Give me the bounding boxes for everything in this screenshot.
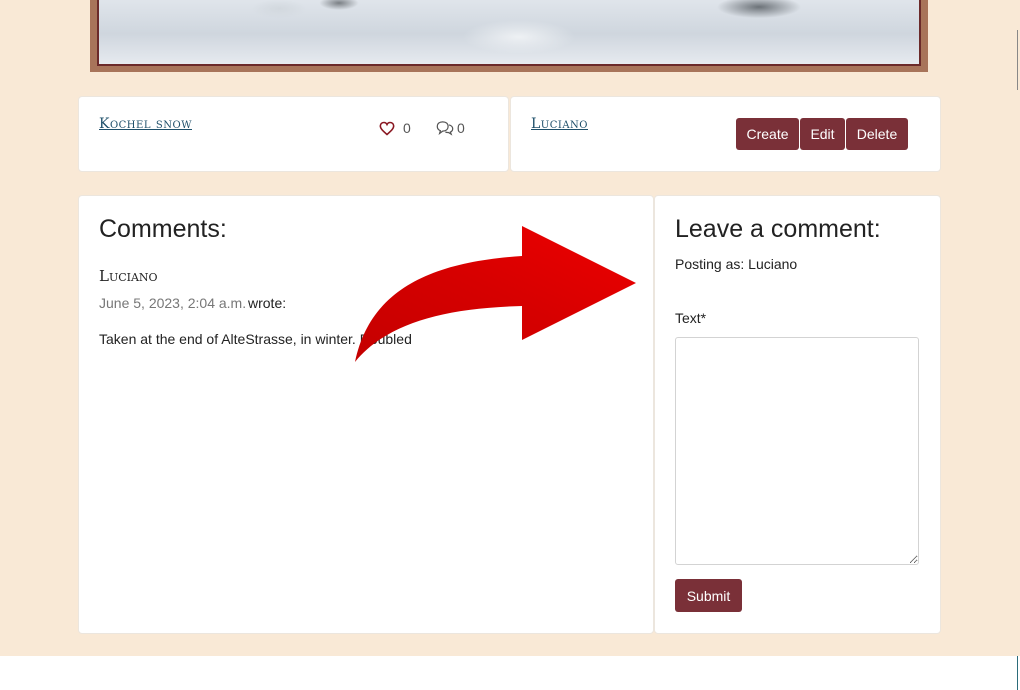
heart-icon — [379, 121, 395, 136]
scrollbar-edge — [1017, 30, 1018, 690]
comments-card — [78, 195, 654, 634]
post-image — [97, 0, 921, 66]
comment-body: Taken at the end of AlteStrasse, in wint… — [99, 331, 412, 347]
likes-count: 0 — [403, 120, 411, 136]
delete-button[interactable]: Delete — [846, 118, 908, 150]
page-footer — [0, 656, 1020, 690]
comments-icon — [436, 121, 454, 136]
edit-button[interactable]: Edit — [800, 118, 845, 150]
comments-stat: 0 — [435, 120, 465, 136]
comment-date: June 5, 2023, 2:04 a.m. — [99, 295, 247, 311]
text-field-label: Text* — [675, 310, 707, 326]
likes-stat[interactable]: 0 — [379, 120, 411, 136]
comment-text-field[interactable] — [675, 337, 919, 565]
post-image-frame — [90, 0, 928, 72]
posting-as-text: Posting as: Luciano — [675, 256, 798, 272]
post-author-link[interactable]: Luciano — [531, 116, 588, 132]
comment-author: Luciano — [99, 267, 158, 285]
create-button[interactable]: Create — [736, 118, 799, 150]
comments-count: 0 — [457, 120, 465, 136]
post-title-link[interactable]: Kochel snow — [99, 116, 192, 132]
comments-heading: Comments: — [99, 215, 227, 243]
comment-wrote: wrote: — [248, 295, 287, 311]
comment-form-heading: Leave a comment: — [675, 215, 881, 243]
submit-button[interactable]: Submit — [675, 579, 742, 612]
